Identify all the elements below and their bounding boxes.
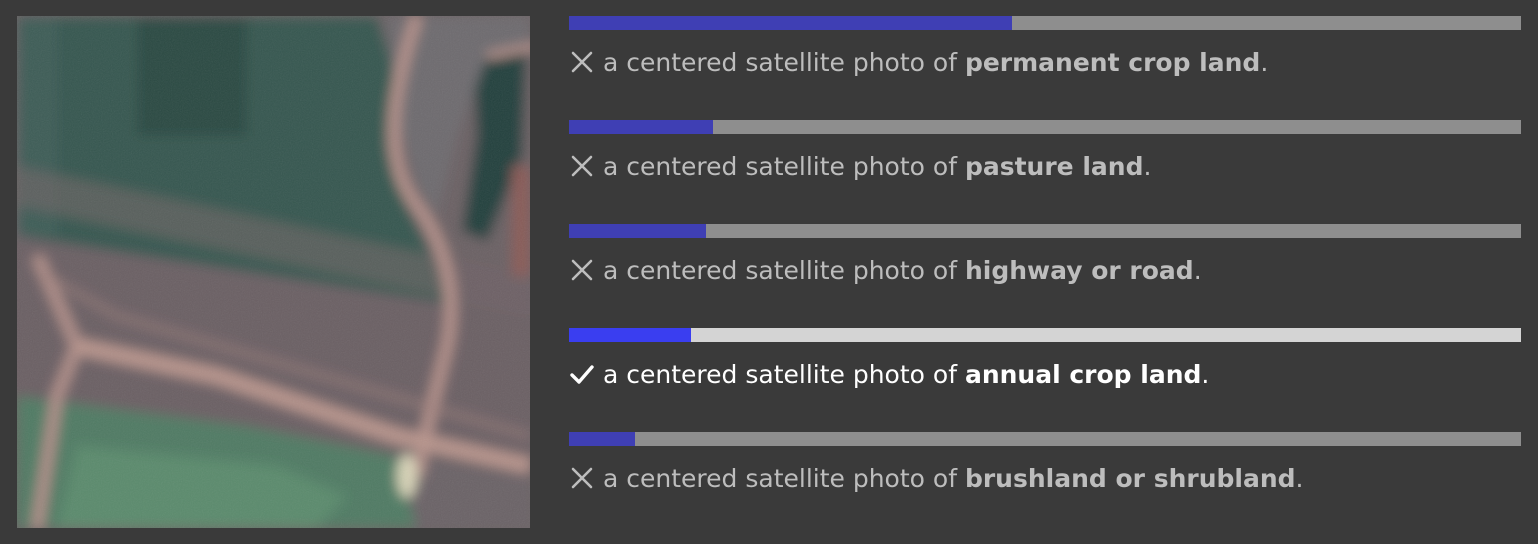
prediction-caption: a centered satellite photo of brushland … [569, 462, 1304, 496]
caption-suffix: . [1295, 464, 1304, 493]
class-label: permanent crop land [964, 48, 1261, 77]
prediction-caption: a centered satellite photo of permanent … [569, 46, 1268, 80]
score-bar [569, 432, 1521, 446]
score-bar [569, 16, 1521, 30]
prediction-item: a centered satellite photo of permanent … [569, 16, 1521, 120]
score-bar [569, 224, 1521, 238]
check-icon [569, 361, 595, 387]
caption-suffix: . [1193, 256, 1202, 285]
caption-prefix: a centered satellite photo of [603, 256, 965, 285]
caption-prefix: a centered satellite photo of [603, 152, 965, 181]
cross-icon [569, 257, 595, 283]
score-bar [569, 328, 1521, 342]
caption-prefix: a centered satellite photo of [603, 48, 965, 77]
cross-icon [569, 465, 595, 491]
class-label: brushland or shrubland [964, 464, 1296, 493]
prediction-item: a centered satellite photo of highway or… [569, 224, 1521, 328]
caption-suffix: . [1143, 152, 1152, 181]
caption-suffix: . [1201, 360, 1210, 389]
score-bar-fill [569, 328, 691, 342]
cross-icon [569, 153, 595, 179]
prediction-item: a centered satellite photo of brushland … [569, 432, 1521, 536]
prediction-caption: a centered satellite photo of annual cro… [569, 358, 1209, 392]
caption-prefix: a centered satellite photo of [603, 360, 965, 389]
score-bar-fill [569, 16, 1012, 30]
cross-icon [569, 49, 595, 75]
score-bar-fill [569, 224, 707, 238]
caption-suffix: . [1260, 48, 1269, 77]
score-bar-fill [569, 120, 713, 134]
prediction-caption: a centered satellite photo of pasture la… [569, 150, 1151, 184]
class-label: annual crop land [964, 360, 1202, 389]
satellite-image [17, 16, 530, 528]
prediction-item: a centered satellite photo of annual cro… [569, 328, 1521, 432]
class-label: highway or road [964, 256, 1194, 285]
score-bar [569, 120, 1521, 134]
score-bar-fill [569, 432, 635, 446]
prediction-list: a centered satellite photo of permanent … [569, 16, 1521, 536]
caption-prefix: a centered satellite photo of [603, 464, 965, 493]
class-label: pasture land [964, 152, 1144, 181]
prediction-item: a centered satellite photo of pasture la… [569, 120, 1521, 224]
prediction-caption: a centered satellite photo of highway or… [569, 254, 1202, 288]
satellite-photo [17, 16, 530, 528]
